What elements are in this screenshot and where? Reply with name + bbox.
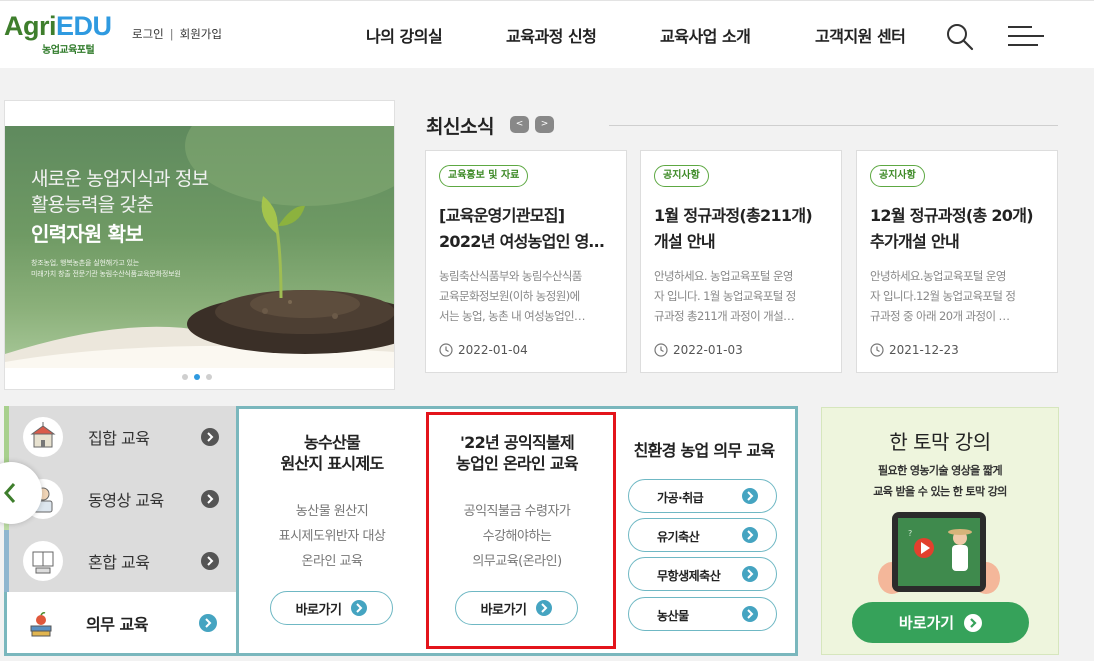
arrow-right-icon [742,606,758,622]
category-group-education[interactable]: 집합 교육 [4,406,237,468]
main-banner[interactable]: 새로운 농업지식과 정보 활용능력을 갖춘 인력자원 확보 창조농업, 행복농촌… [4,100,395,390]
mini-lecture-title: 한 토막 강의 [889,430,991,454]
logo-agri-text: Agri [4,11,57,41]
news-card-title: 12월 정규과정(총 20개) 추가개설 안내 [870,206,1034,251]
category-label: 집합 교육 [88,429,150,448]
nav-support-center[interactable]: 고객지원 센터 [815,23,906,47]
search-icon[interactable] [946,23,974,51]
auth-separator: | [169,27,174,41]
arrow-right-icon [201,552,219,570]
arrow-right-icon [199,614,217,632]
hamburger-menu-icon[interactable] [1006,24,1046,48]
news-divider [609,125,1058,126]
clock-icon [654,343,668,357]
auth-links: 로그인 | 회원가입 [132,26,222,42]
arrow-right-icon [351,600,368,616]
arrow-right-icon [964,613,983,632]
arrow-right-icon [742,527,758,543]
eco-option-agri-products-button[interactable]: 농산물 [628,597,777,631]
agriedu-logo[interactable]: AgriEDU 농업교육포털 [4,11,114,59]
origin-label-go-button[interactable]: 바로가기 [270,591,393,625]
category-label: 의무 교육 [86,615,148,634]
news-card-date: 2022-01-04 [439,343,528,357]
news-section-title: 최신소식 [426,116,494,138]
eco-option-processing-button[interactable]: 가공·취급 [628,479,777,513]
mini-lecture-box: 한 토막 강의 필요한 영농기술 영상을 짧게 교육 받을 수 있는 한 토막 … [821,407,1059,655]
news-card-desc: 안녕하세요. 농업교육포털 운영 자 입니다. 1월 농업교육포털 정 규과정 … [654,269,796,323]
news-card[interactable]: 공지사항 1월 정규과정(총211개) 개설 안내 안녕하세요. 농업교육포털 … [640,150,842,373]
book-laptop-icon [23,541,63,581]
mini-lecture-desc: 필요한 영농기술 영상을 짧게 교육 받을 수 있는 한 토막 강의 [873,464,1007,498]
news-card-date: 2022-01-03 [654,343,743,357]
banner-small-2: 미래가치 창출 전문기관 농림수산식품교육문화정보원 [31,270,181,278]
banner-image: 새로운 농업지식과 정보 활용능력을 갖춘 인력자원 확보 창조농업, 행복농촌… [5,126,394,368]
books-apple-icon [21,603,61,643]
category-mandatory-education[interactable]: 의무 교육 [4,592,237,656]
nav-my-classroom[interactable]: 나의 강의실 [366,23,443,47]
news-arrows: < > [510,116,554,133]
banner-line-1: 새로운 농업지식과 정보 [31,168,209,190]
news-card[interactable]: 교육홍보 및 자료 [교육운영기관모집] 2022년 여성농업인 영… 농림축산… [425,150,627,373]
login-link[interactable]: 로그인 [132,26,164,42]
nav-program-intro[interactable]: 교육사업 소개 [660,23,751,47]
direct-payment-course-title: '22년 공익직불제 농업인 온라인 교육 [456,433,579,473]
origin-label-course-desc: 농산물 원산지 표시제도위반자 대상 온라인 교육 [278,504,386,569]
signup-link[interactable]: 회원가입 [180,26,222,42]
news-tag: 공지사항 [870,165,925,187]
clock-icon [870,343,884,357]
eco-option-organic-livestock-button[interactable]: 유기축산 [628,518,777,552]
direct-payment-go-button[interactable]: 바로가기 [455,591,578,625]
clock-icon [439,343,453,357]
arrow-right-icon [742,566,758,582]
arrow-right-icon [742,488,758,504]
banner-headline: 인력자원 확보 [31,222,144,246]
nav-course-apply[interactable]: 교육과정 신청 [506,23,597,47]
news-card[interactable]: 공지사항 12월 정규과정(총 20개) 추가개설 안내 안녕하세요.농업교육포… [856,150,1058,373]
sprout-illustration [5,126,394,368]
logo-subtitle: 농업교육포털 [42,45,95,56]
banner-dot-1[interactable] [182,374,188,380]
eco-farming-course-title: 친환경 농업 의무 교육 [633,441,775,460]
news-card-title: 1월 정규과정(총211개) 개설 안내 [654,206,813,251]
banner-line-2: 활용능력을 갖춘 [31,194,154,216]
site-header: AgriEDU 농업교육포털 로그인 | 회원가입 나의 강의실 교육과정 신청… [0,0,1094,68]
news-prev-button[interactable]: < [510,116,529,133]
news-card-date: 2021-12-23 [870,343,959,357]
floating-scroll-button[interactable] [0,462,42,524]
tablet-video-illustration: ? [878,512,1000,594]
news-card-title: [교육운영기관모집] 2022년 여성농업인 영… [439,206,605,251]
category-blended-education[interactable]: 혼합 교육 [4,530,237,592]
news-tag: 공지사항 [654,165,709,187]
news-next-button[interactable]: > [535,116,554,133]
mini-lecture-go-button[interactable]: 바로가기 [852,602,1029,643]
origin-label-course-title: 농수산물 원산지 표시제도 [280,433,384,473]
arrow-right-icon [201,490,219,508]
banner-pagination [182,374,212,380]
logo-edu-text: EDU [56,11,112,41]
banner-dot-3[interactable] [206,374,212,380]
category-label: 혼합 교육 [88,553,150,572]
eco-option-antibiotic-free-button[interactable]: 무항생제축산 [628,557,777,591]
news-card-desc: 안녕하세요.농업교육포털 운영 자 입니다.12월 농업교육포털 정 규과정 중… [870,269,1016,323]
direct-payment-course-desc: 공익직불금 수령자가 수강해야하는 의무교육(온라인) [463,504,571,569]
category-label: 동영상 교육 [88,491,164,510]
banner-small-1: 창조농업, 행복농촌을 실현해가고 있는 [31,259,139,267]
banner-dot-2[interactable] [194,374,200,380]
news-tag: 교육홍보 및 자료 [439,165,529,187]
svg-text:?: ? [908,529,912,538]
school-building-icon [23,417,63,457]
news-card-desc: 농림축산식품부와 농림수산식품 교육문화정보원(이하 농정원)에 서는 농업, … [439,269,586,323]
arrow-right-icon [536,600,553,616]
arrow-right-icon [201,428,219,446]
